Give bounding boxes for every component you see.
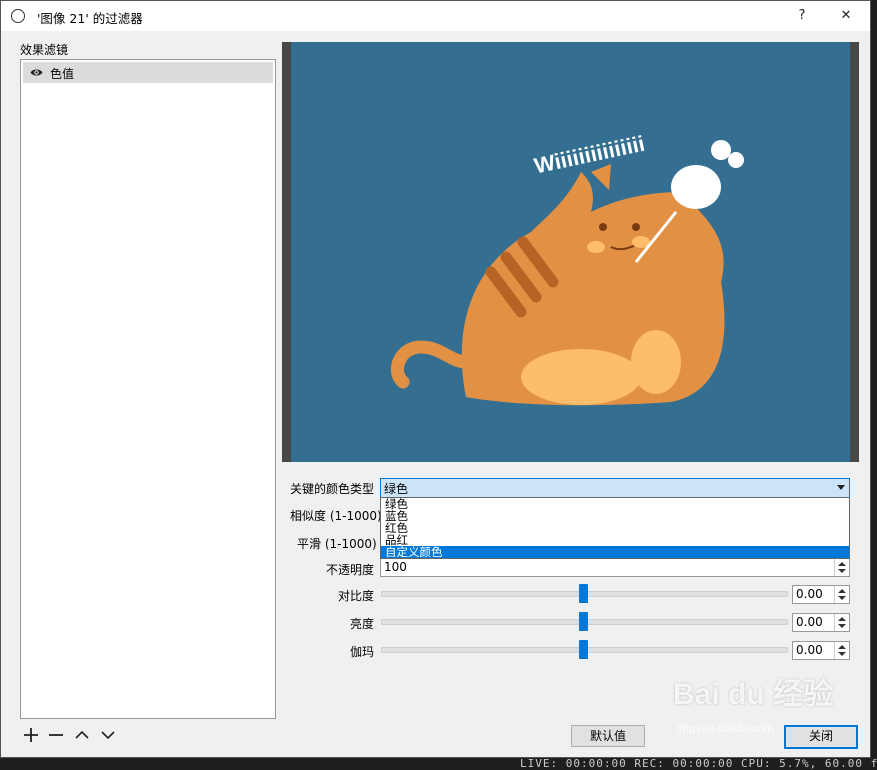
brightness-input[interactable]: 0.00 (792, 613, 850, 632)
smoothness-label: 平滑 (1-1000) (297, 537, 377, 551)
preview-image: Wiiiiiiiiiiiiiii (291, 42, 850, 462)
opacity-input[interactable]: 100 (380, 558, 850, 577)
add-filter-button[interactable] (23, 727, 39, 743)
opacity-stepper[interactable] (834, 559, 849, 576)
help-button[interactable]: ? (789, 5, 815, 27)
defaults-button[interactable]: 默认值 (571, 725, 645, 747)
contrast-stepper[interactable] (834, 586, 849, 603)
option-red[interactable]: 红色 (381, 522, 849, 534)
brightness-slider-thumb[interactable] (579, 612, 588, 631)
option-magenta[interactable]: 品红 (381, 534, 849, 546)
gamma-stepper[interactable] (834, 642, 849, 659)
title-bar: '图像 21' 的过滤器 ? ✕ (1, 1, 870, 31)
obs-logo-icon (11, 9, 25, 23)
cat-illustration: Wiiiiiiiiiiiiiii (391, 131, 744, 406)
brightness-value: 0.00 (796, 615, 823, 629)
contrast-value: 0.00 (796, 587, 823, 601)
gamma-input[interactable]: 0.00 (792, 641, 850, 660)
chevron-down-icon (837, 485, 845, 490)
preview-area: Wiiiiiiiiiiiiiii (282, 42, 859, 462)
contrast-input[interactable]: 0.00 (792, 585, 850, 604)
close-window-button[interactable]: ✕ (833, 5, 859, 27)
window-title: '图像 21' 的过滤器 (37, 11, 143, 26)
baidu-watermark: Bai du 经验 (673, 678, 834, 711)
opacity-value: 100 (384, 560, 407, 574)
key-color-type-label: 关键的颜色类型 (290, 482, 375, 496)
contrast-slider-thumb[interactable] (579, 584, 588, 603)
filter-item-color-correction[interactable]: 色值 (23, 62, 273, 83)
contrast-label: 对比度 (338, 589, 375, 603)
similarity-label: 相似度 (1-1000) (290, 509, 382, 523)
key-color-type-select[interactable]: 绿色 (380, 478, 850, 498)
status-bar: LIVE: 00:00:00 REC: 00:00:00 CPU: 5.7%, … (520, 757, 877, 770)
filter-dialog: '图像 21' 的过滤器 ? ✕ 效果滤镜 色值 Wiiiiiiiiiiiiii… (0, 0, 871, 758)
move-up-button[interactable] (74, 727, 90, 743)
gamma-slider-thumb[interactable] (579, 640, 588, 659)
brightness-label: 亮度 (350, 617, 375, 631)
gamma-label: 伽玛 (350, 645, 375, 659)
brightness-stepper[interactable] (834, 614, 849, 631)
close-button[interactable]: 关闭 (784, 725, 858, 749)
opacity-label: 不透明度 (326, 563, 375, 577)
filter-list[interactable]: 色值 (20, 59, 276, 719)
filter-name: 色值 (50, 67, 75, 81)
effect-filters-label: 效果滤镜 (20, 43, 69, 57)
move-down-button[interactable] (100, 727, 116, 743)
key-color-type-dropdown[interactable]: 绿色 蓝色 红色 品红 自定义颜色 (380, 497, 850, 559)
gamma-value: 0.00 (796, 643, 823, 657)
eye-icon[interactable] (30, 68, 43, 77)
key-color-type-value: 绿色 (384, 482, 409, 496)
baidu-watermark-url: jingyan.baidu.com (677, 721, 774, 735)
option-green[interactable]: 绿色 (381, 498, 849, 510)
preview-caption: Wiiiiiiiiiiiiiii (532, 131, 647, 179)
option-blue[interactable]: 蓝色 (381, 510, 849, 522)
remove-filter-button[interactable] (48, 727, 64, 743)
option-custom-color[interactable]: 自定义颜色 (381, 546, 849, 558)
